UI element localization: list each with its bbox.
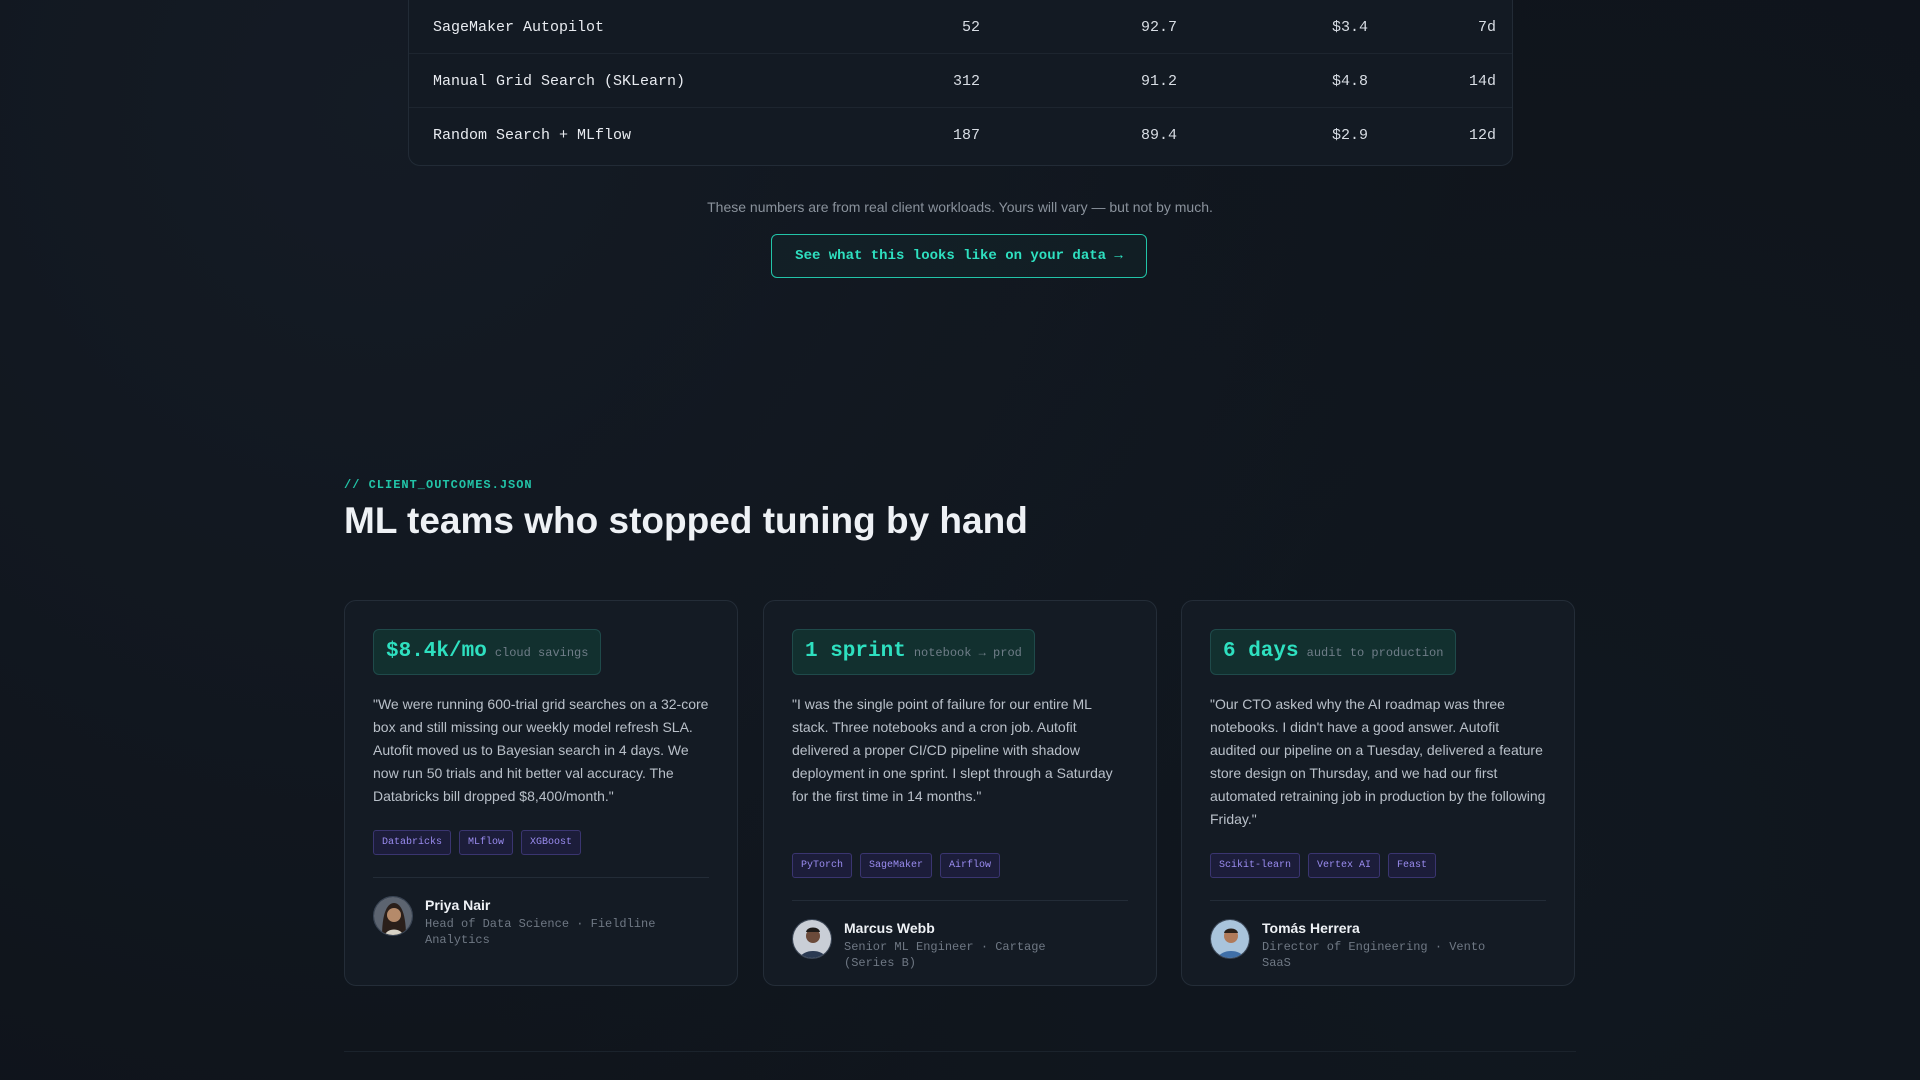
metric-badge: $8.4k/mo cloud savings (373, 629, 602, 675)
time-cell: 12d (1468, 127, 1496, 144)
trials-cell: 187 (952, 127, 980, 144)
method-cell: Random Search + MLflow (433, 127, 632, 144)
section-divider (344, 1051, 1576, 1052)
accuracy-cell: 91.2 (1140, 73, 1177, 90)
method-cell: SageMaker Autopilot (433, 19, 605, 36)
tech-tag: Scikit-learn (1210, 853, 1301, 878)
card-divider (373, 877, 709, 878)
trials-cell: 52 (961, 19, 980, 36)
testimonial-quote: "I was the single point of failure for o… (792, 696, 1113, 804)
tech-tags: PyTorch SageMaker Airflow (792, 853, 1128, 878)
time-cell: 7d (1477, 19, 1496, 36)
metric-caption: cloud savings (494, 646, 589, 660)
table-row: Manual Grid Search (SKLearn) 312 91.2 $4… (409, 54, 1512, 108)
metric-value: 6 days (1223, 640, 1299, 663)
method-cell: Manual Grid Search (SKLearn) (433, 73, 686, 90)
table-row: SageMaker Autopilot 52 92.7 $3.4 7d (409, 0, 1512, 54)
section-title: ML teams who stopped tuning by hand (344, 500, 1028, 541)
tech-tag: PyTorch (792, 853, 853, 878)
metric-badge: 1 sprint notebook → prod (792, 629, 1035, 675)
card-divider (1210, 900, 1546, 901)
comparison-table: SageMaker Autopilot 52 92.7 $3.4 7d Manu… (408, 0, 1513, 166)
avatar (1210, 919, 1250, 959)
testimonial-author: Tomás Herrera Director of Engineering · … (1210, 919, 1546, 971)
cost-cell: $4.8 (1331, 73, 1368, 90)
testimonial-author: Priya Nair Head of Data Science · Fieldl… (373, 896, 709, 948)
tech-tag: XGBoost (521, 830, 582, 855)
testimonial-card: 6 days audit to production "Our CTO aske… (1181, 600, 1575, 986)
metric-value: $8.4k/mo (386, 640, 487, 663)
tech-tags: Databricks MLflow XGBoost (373, 830, 709, 855)
metric-badge: 6 days audit to production (1210, 629, 1457, 675)
testimonial-card: $8.4k/mo cloud savings "We were running … (344, 600, 738, 986)
author-role: Director of Engineering · Vento SaaS (1262, 940, 1486, 970)
testimonial-card: 1 sprint notebook → prod "I was the sing… (763, 600, 1157, 986)
trials-cell: 312 (952, 73, 980, 90)
metric-value: 1 sprint (805, 640, 906, 663)
table-row: Random Search + MLflow 187 89.4 $2.9 12d (409, 108, 1512, 161)
author-name: Tomás Herrera (1262, 920, 1360, 936)
tech-tag: Airflow (940, 853, 1001, 878)
section-eyebrow: // CLIENT_OUTCOMES.JSON (344, 478, 533, 492)
avatar (792, 919, 832, 959)
metric-caption: notebook → prod (913, 646, 1022, 660)
author-role: Senior ML Engineer · Cartage (Series B) (844, 940, 1046, 970)
card-divider (792, 900, 1128, 901)
time-cell: 14d (1468, 73, 1496, 90)
metric-caption: audit to production (1306, 646, 1444, 660)
cost-cell: $3.4 (1331, 19, 1368, 36)
tech-tag: SageMaker (860, 853, 933, 878)
tech-tags: Scikit-learn Vertex AI Feast (1210, 853, 1546, 878)
tech-tag: Databricks (373, 830, 452, 855)
cost-cell: $2.9 (1331, 127, 1368, 144)
author-name: Priya Nair (425, 897, 491, 913)
testimonial-quote: "Our CTO asked why the AI roadmap was th… (1210, 696, 1546, 827)
author-role: Head of Data Science · Fieldline Analyti… (425, 917, 656, 947)
testimonial-quote: "We were running 600-trial grid searches… (373, 696, 709, 804)
accuracy-cell: 89.4 (1140, 127, 1177, 144)
table-footnote: These numbers are from real client workl… (707, 199, 1213, 215)
tech-tag: MLflow (459, 830, 514, 855)
accuracy-cell: 92.7 (1140, 19, 1177, 36)
avatar (373, 896, 413, 936)
tech-tag: Vertex AI (1308, 853, 1381, 878)
testimonial-author: Marcus Webb Senior ML Engineer · Cartage… (792, 919, 1128, 971)
see-on-your-data-button[interactable]: See what this looks like on your data → (771, 234, 1147, 278)
author-name: Marcus Webb (844, 920, 935, 936)
tech-tag: Feast (1388, 853, 1437, 878)
